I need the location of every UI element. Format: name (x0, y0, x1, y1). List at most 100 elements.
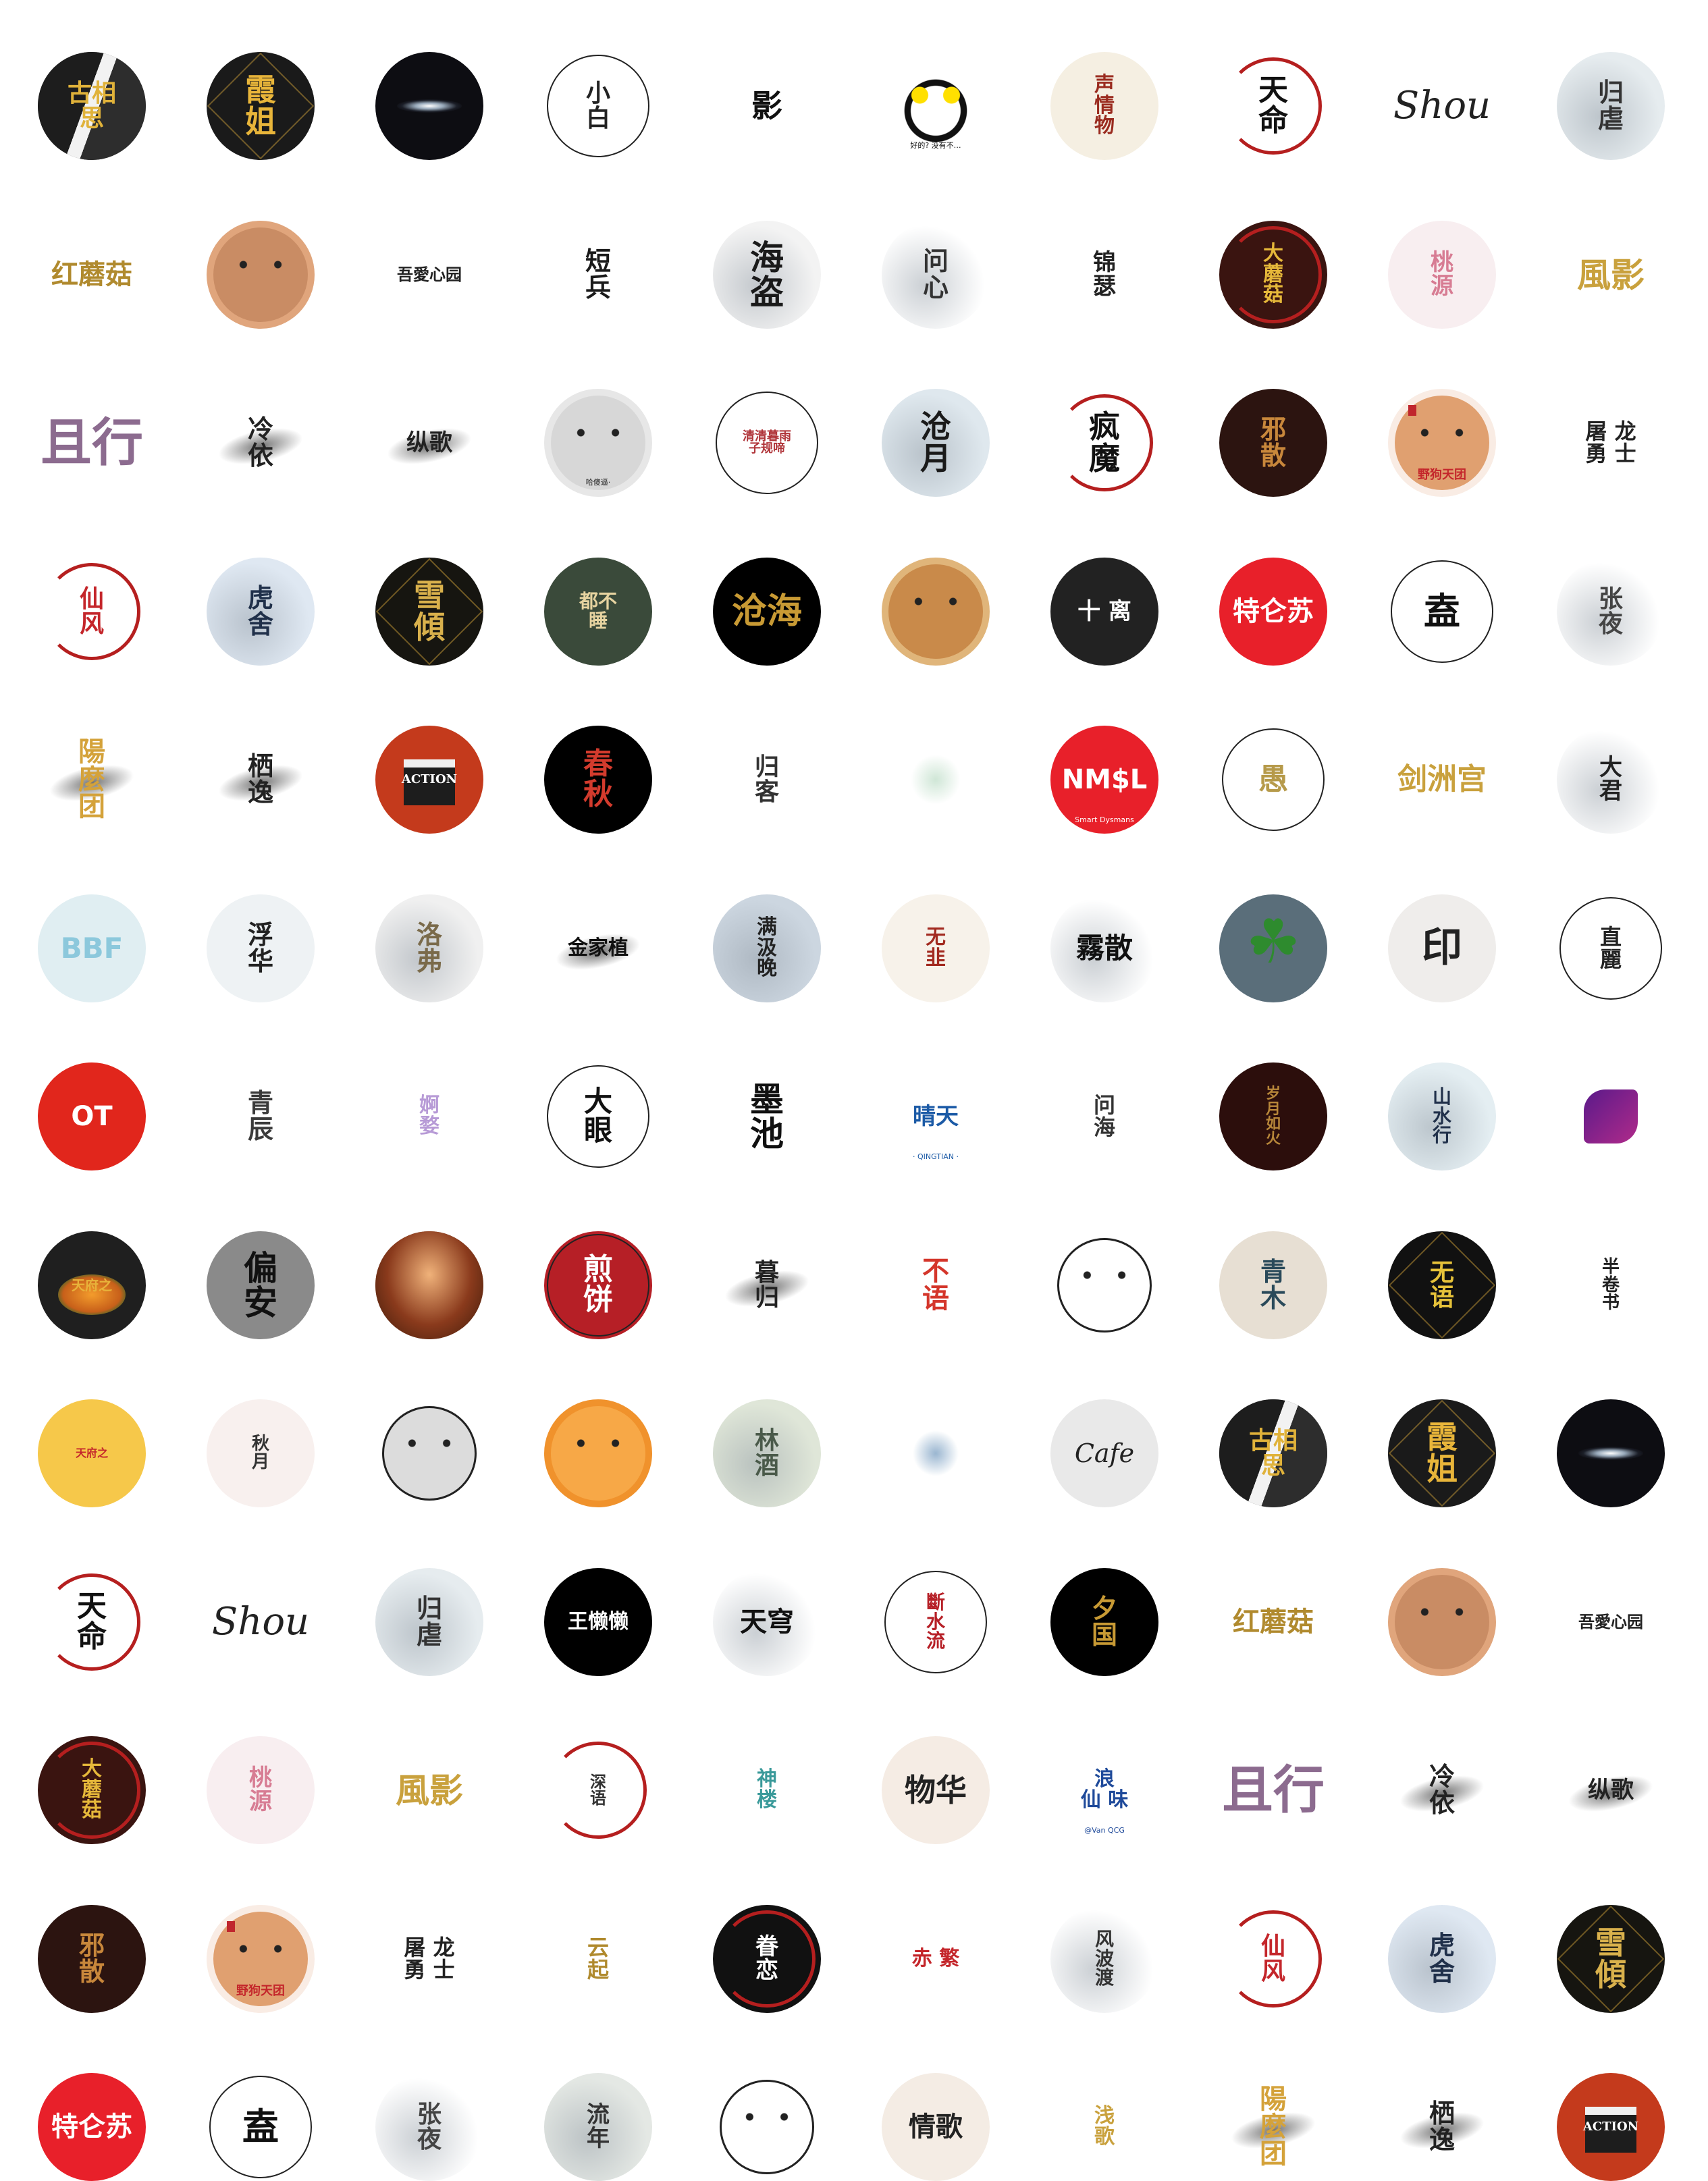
avatar-option[interactable]: ACTION (375, 726, 483, 834)
avatar-option[interactable]: 天 命 (1219, 52, 1327, 160)
avatar-option[interactable]: 野狗天团 (207, 1905, 315, 2013)
avatar-option[interactable]: 愚 (1219, 726, 1327, 834)
avatar-option[interactable]: OT (38, 1062, 146, 1170)
avatar-option[interactable]: 野狗天团 (1388, 389, 1496, 497)
avatar-option[interactable]: 浅 歌 (1050, 2073, 1158, 2181)
avatar-option[interactable]: 偏 安 (207, 1231, 315, 1339)
avatar-option[interactable]: 剑洲宫 (1388, 726, 1496, 834)
avatar-option[interactable]: 纵歌 (375, 389, 483, 497)
avatar-option[interactable]: 邪 散 (1219, 389, 1327, 497)
avatar-option[interactable]: 风 波 渡 (1050, 1905, 1158, 2013)
avatar-option[interactable]: 雪 傾 (1557, 1905, 1665, 2013)
avatar-option[interactable]: 浮 华 (207, 894, 315, 1002)
avatar-option[interactable] (544, 1399, 652, 1507)
avatar-option[interactable]: 陽 麼 团 (38, 726, 146, 834)
avatar-option[interactable]: Shou (207, 1568, 315, 1676)
avatar-option[interactable]: 虎 舍 (1388, 1905, 1496, 2013)
avatar-option[interactable]: 林 酒 (713, 1399, 821, 1507)
avatar-option[interactable]: 栖 逸 (207, 726, 315, 834)
avatar-option[interactable] (375, 52, 483, 160)
avatar-option[interactable]: 问 海 (1050, 1062, 1158, 1170)
avatar-option[interactable]: 青 木 (1219, 1231, 1327, 1339)
avatar-option[interactable]: 流 年 (544, 2073, 652, 2181)
avatar-option[interactable]: 哈傻逼· (544, 389, 652, 497)
avatar-option[interactable]: 大 蘑 菇 (38, 1736, 146, 1844)
avatar-option[interactable]: 晴天 · QINGTIAN · (882, 1062, 990, 1170)
avatar-option[interactable]: 归 虐 (375, 1568, 483, 1676)
avatar-option[interactable]: 桃 源 (1388, 221, 1496, 329)
avatar-option[interactable]: 盍 (207, 2073, 315, 2181)
avatar-option[interactable]: 仙 风 (38, 558, 146, 666)
avatar-option[interactable]: 无 韭 (882, 894, 990, 1002)
avatar-option[interactable]: 物华 (882, 1736, 990, 1844)
avatar-option[interactable]: Shou (1388, 52, 1496, 160)
avatar-option[interactable]: 不 语 (882, 1231, 990, 1339)
avatar-option[interactable]: 盍 (1388, 558, 1496, 666)
avatar-option[interactable]: 虎 舍 (207, 558, 315, 666)
avatar-option[interactable]: 吾愛心园 (375, 221, 483, 329)
avatar-option[interactable]: 眷 恋 (713, 1905, 821, 2013)
avatar-option[interactable]: 金家植 (544, 894, 652, 1002)
avatar-option[interactable]: 煎 饼 (544, 1231, 652, 1339)
avatar-option[interactable]: 归 客 (713, 726, 821, 834)
avatar-option[interactable]: 冷 依 (1388, 1736, 1496, 1844)
avatar-option[interactable]: 锦 瑟 (1050, 221, 1158, 329)
avatar-option[interactable]: 红蘑菇 (38, 221, 146, 329)
avatar-option[interactable] (1557, 1399, 1665, 1507)
avatar-option[interactable]: 墨 池 (713, 1062, 821, 1170)
avatar-option[interactable]: 半 卷 书 (1557, 1231, 1665, 1339)
avatar-option[interactable]: 霞 姐 (1388, 1399, 1496, 1507)
avatar-option[interactable]: 大 眼 (544, 1062, 652, 1170)
avatar-option[interactable]: 情歌 (882, 2073, 990, 2181)
avatar-option[interactable]: 沧海 (713, 558, 821, 666)
avatar-option[interactable]: 天 命 (38, 1568, 146, 1676)
avatar-option[interactable]: 天穹 (713, 1568, 821, 1676)
avatar-option[interactable]: 海 盗 (713, 221, 821, 329)
avatar-option[interactable] (207, 221, 315, 329)
avatar-option[interactable]: 十 离 (1050, 558, 1158, 666)
avatar-option[interactable]: 霧散 (1050, 894, 1158, 1002)
avatar-option[interactable]: 夕 国 (1050, 1568, 1158, 1676)
avatar-option[interactable]: 特仑苏 (38, 2073, 146, 2181)
avatar-option[interactable]: 洛 弗 (375, 894, 483, 1002)
avatar-option[interactable]: NM$L Smart Dysmans (1050, 726, 1158, 834)
avatar-option[interactable]: 且行 (1219, 1736, 1327, 1844)
avatar-option[interactable]: 沧 月 (882, 389, 990, 497)
avatar-option[interactable] (713, 2073, 821, 2181)
avatar-option[interactable]: 古相 思 (1219, 1399, 1327, 1507)
avatar-option[interactable]: 吾愛心园 (1557, 1568, 1665, 1676)
avatar-option[interactable]: Cafe (1050, 1399, 1158, 1507)
avatar-option[interactable]: 赤 繁 (882, 1905, 990, 2013)
avatar-option[interactable]: 暮 归 (713, 1231, 821, 1339)
avatar-option[interactable]: 秋 月 (207, 1399, 315, 1507)
avatar-option[interactable]: 屠 龙 勇 士 (1557, 389, 1665, 497)
avatar-option[interactable]: BBF (38, 894, 146, 1002)
avatar-option[interactable]: 王懒懒 (544, 1568, 652, 1676)
avatar-option[interactable]: 古相 思 (38, 52, 146, 160)
avatar-option[interactable] (1557, 1062, 1665, 1170)
avatar-option[interactable]: 斷 水 流 (882, 1568, 990, 1676)
avatar-option[interactable]: 红蘑菇 (1219, 1568, 1327, 1676)
avatar-option[interactable]: 邪 散 (38, 1905, 146, 2013)
avatar-option[interactable]: ACTION (1557, 2073, 1665, 2181)
avatar-option[interactable]: 岁 月 如 火 (1219, 1062, 1327, 1170)
avatar-option[interactable]: 春 秋 (544, 726, 652, 834)
avatar-option[interactable]: 天府之 (38, 1399, 146, 1507)
avatar-option[interactable]: 问 心 (882, 221, 990, 329)
avatar-option[interactable]: 霞 姐 (207, 52, 315, 160)
avatar-option[interactable]: 张 夜 (1557, 558, 1665, 666)
avatar-option[interactable]: 大 蘑 菇 (1219, 221, 1327, 329)
avatar-option[interactable]: 大 君 (1557, 726, 1665, 834)
avatar-option[interactable]: 栖 逸 (1388, 2073, 1496, 2181)
avatar-option[interactable] (375, 1231, 483, 1339)
avatar-option[interactable]: 满 汲 晚 (713, 894, 821, 1002)
avatar-option[interactable]: 无 语 (1388, 1231, 1496, 1339)
avatar-option[interactable] (882, 1399, 990, 1507)
avatar-option[interactable]: 特仑苏 (1219, 558, 1327, 666)
avatar-option[interactable]: ☘ (1219, 894, 1327, 1002)
avatar-option[interactable]: 好的? 没有不… (882, 52, 990, 160)
avatar-option[interactable]: 云 起 (544, 1905, 652, 2013)
avatar-option[interactable]: 山 水 行 (1388, 1062, 1496, 1170)
avatar-option[interactable] (1388, 1568, 1496, 1676)
avatar-option[interactable]: 影 (713, 52, 821, 160)
